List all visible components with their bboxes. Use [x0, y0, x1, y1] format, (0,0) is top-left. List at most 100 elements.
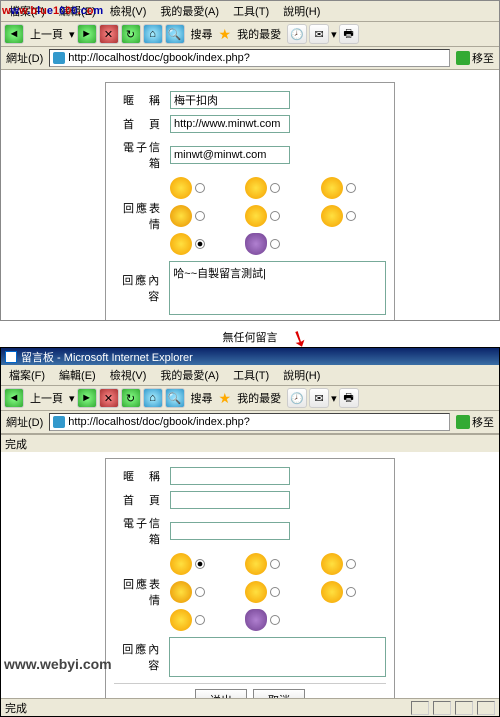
- forward-button[interactable]: ►: [77, 24, 97, 44]
- emoji2-radio-2[interactable]: [270, 559, 280, 569]
- search-label: 搜尋: [187, 26, 217, 42]
- addressbar2: 網址(D) http://localhost/doc/gbook/index.p…: [1, 411, 499, 434]
- toolbar: ◄ 上一頁▾ ► ✕ ↻ ⌂ 🔍 搜尋 ★ 我的最愛 🕗 ✉▾ 🖶: [1, 22, 499, 47]
- back-button[interactable]: ◄: [4, 24, 24, 44]
- menu-file2[interactable]: 檔案(F): [3, 366, 51, 384]
- emoji-radio-4[interactable]: [195, 211, 205, 221]
- emoji2-4: [170, 581, 192, 603]
- emoji-grid: [170, 177, 386, 255]
- menu-tools[interactable]: 工具(T): [227, 2, 275, 20]
- emoji2-8: [245, 609, 267, 631]
- go-button2[interactable]: 移至: [453, 414, 497, 430]
- address-label: 網址(D): [3, 50, 46, 66]
- status-done: 完成: [5, 436, 27, 452]
- emoji2-radio-8[interactable]: [270, 615, 280, 625]
- content-textarea2[interactable]: [169, 637, 386, 677]
- home-button2[interactable]: ⌂: [143, 388, 163, 408]
- menu-view[interactable]: 檢視(V): [104, 2, 153, 20]
- emoji-7: [170, 233, 192, 255]
- browser-window-top: 檔案(F) 編輯(E) 檢視(V) 我的最愛(A) 工具(T) 說明(H) ◄ …: [0, 0, 500, 321]
- content-area-top: 暱 稱 首 頁 電子信箱 回應表情 回應內容哈~~自製留言測試| 送出取消: [1, 70, 499, 320]
- back-button2[interactable]: ◄: [4, 388, 24, 408]
- emoji2-6: [321, 581, 343, 603]
- emoji-3: [321, 177, 343, 199]
- print-button2[interactable]: 🖶: [339, 388, 359, 408]
- favorites-icon[interactable]: ★: [219, 26, 232, 43]
- emoji2-radio-3[interactable]: [346, 559, 356, 569]
- stop-button[interactable]: ✕: [99, 24, 119, 44]
- emoji-2: [245, 177, 267, 199]
- favorites-icon2[interactable]: ★: [219, 390, 232, 407]
- menu-fav2[interactable]: 我的最愛(A): [154, 366, 225, 384]
- mail-button[interactable]: ✉: [309, 24, 329, 44]
- content-label: 回應內容: [114, 272, 169, 304]
- menubar2: 檔案(F) 編輯(E) 檢視(V) 我的最愛(A) 工具(T) 說明(H): [1, 365, 499, 386]
- statusbar-left: 完成: [1, 434, 499, 452]
- menu-tools2[interactable]: 工具(T): [227, 366, 275, 384]
- go-button[interactable]: 移至: [453, 50, 497, 66]
- emoji-radio-7[interactable]: [195, 239, 205, 249]
- nickname-input2[interactable]: [170, 467, 290, 485]
- menu-help2[interactable]: 說明(H): [277, 366, 326, 384]
- nickname-label: 暱 稱: [114, 92, 170, 108]
- emoji2-3: [321, 553, 343, 575]
- emoji2-radio-1[interactable]: [195, 559, 205, 569]
- emoji2-7: [170, 609, 192, 631]
- nickname-input[interactable]: [170, 91, 290, 109]
- home-button[interactable]: ⌂: [143, 24, 163, 44]
- homepage-input2[interactable]: [170, 491, 290, 509]
- guestbook-form2: 暱 稱 首 頁 電子信箱 回應表情 回應內容 送出取消: [105, 458, 395, 698]
- emoji-8: [245, 233, 267, 255]
- address-input2[interactable]: http://localhost/doc/gbook/index.php?: [49, 413, 450, 431]
- refresh-button2[interactable]: ↻: [121, 388, 141, 408]
- emotion-label: 回應表情: [114, 200, 170, 232]
- search-button2[interactable]: 🔍: [165, 388, 185, 408]
- favorites-label: 我的最愛: [233, 26, 285, 42]
- emoji-grid2: [170, 553, 386, 631]
- emoji-1: [170, 177, 192, 199]
- history-button2[interactable]: 🕗: [287, 388, 307, 408]
- homepage-label: 首 頁: [114, 116, 170, 132]
- emoji2-radio-5[interactable]: [270, 587, 280, 597]
- cancel-button2[interactable]: 取消: [253, 689, 305, 698]
- menu-edit2[interactable]: 編輯(E): [53, 366, 102, 384]
- emoji-radio-1[interactable]: [195, 183, 205, 193]
- refresh-button[interactable]: ↻: [121, 24, 141, 44]
- address-input[interactable]: http://localhost/doc/gbook/index.php?: [49, 49, 450, 67]
- emoji-radio-6[interactable]: [346, 211, 356, 221]
- email-input[interactable]: [170, 146, 290, 164]
- back-label: 上一頁: [26, 26, 67, 42]
- emoji-radio-8[interactable]: [270, 239, 280, 249]
- window-title: 留言板 - Microsoft Internet Explorer: [21, 349, 193, 365]
- homepage-input[interactable]: [170, 115, 290, 133]
- emoji2-5: [245, 581, 267, 603]
- emoji-radio-2[interactable]: [270, 183, 280, 193]
- emoji2-1: [170, 553, 192, 575]
- menu-view2[interactable]: 檢視(V): [104, 366, 153, 384]
- emoji2-radio-4[interactable]: [195, 587, 205, 597]
- emoji2-radio-7[interactable]: [195, 615, 205, 625]
- emoji2-radio-6[interactable]: [346, 587, 356, 597]
- history-button[interactable]: 🕗: [287, 24, 307, 44]
- stop-button2[interactable]: ✕: [99, 388, 119, 408]
- emoji-radio-3[interactable]: [346, 183, 356, 193]
- search-button[interactable]: 🔍: [165, 24, 185, 44]
- content-textarea[interactable]: 哈~~自製留言測試|: [169, 261, 386, 315]
- statusbar-bottom: 完成: [1, 698, 499, 716]
- email-input2[interactable]: [170, 522, 290, 540]
- emoji-5: [245, 205, 267, 227]
- forward-button2[interactable]: ►: [77, 388, 97, 408]
- status-done2: 完成: [5, 700, 27, 716]
- emoji-4: [170, 205, 192, 227]
- print-button[interactable]: 🖶: [339, 24, 359, 44]
- menu-help[interactable]: 說明(H): [277, 2, 326, 20]
- emoji-radio-5[interactable]: [270, 211, 280, 221]
- titlebar: 留言板 - Microsoft Internet Explorer: [1, 348, 499, 365]
- submit-button2[interactable]: 送出: [195, 689, 247, 698]
- ie-icon2: [53, 416, 65, 428]
- menu-favorites[interactable]: 我的最愛(A): [154, 2, 225, 20]
- watermark-top: www.blue1000.com: [2, 1, 103, 17]
- mail-button2[interactable]: ✉: [309, 388, 329, 408]
- emoji-6: [321, 205, 343, 227]
- email-label: 電子信箱: [114, 139, 170, 171]
